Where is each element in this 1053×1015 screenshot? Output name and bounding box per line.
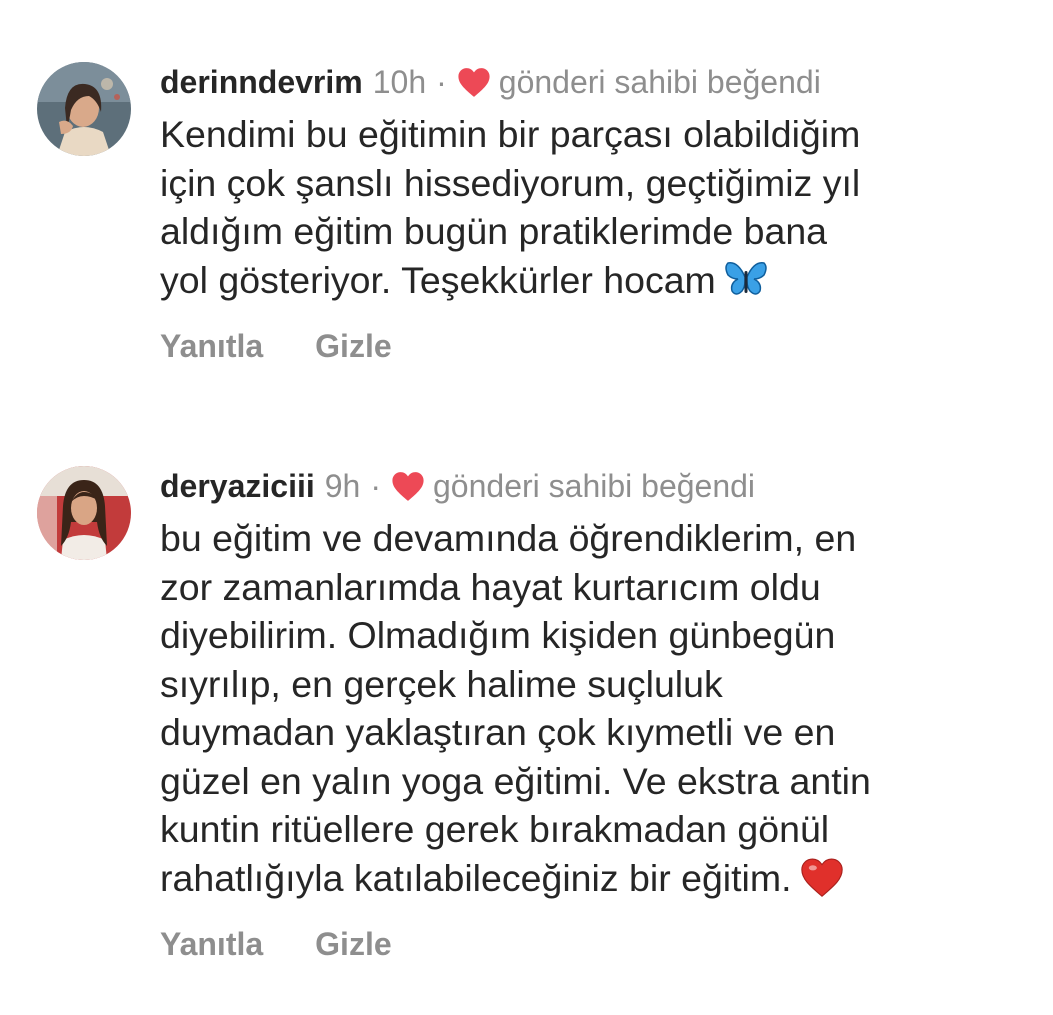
hide-button[interactable]: Gizle — [315, 328, 391, 365]
comment-text-line: güzel en yalın yoga eğitimi. Ve ekstra a… — [160, 759, 871, 802]
username[interactable]: deryaziciii — [160, 468, 315, 505]
comment-text-line: Kendimi bu eğitimin bir parçası olabildi… — [160, 113, 861, 155]
comment-actions: Yanıtla Gizle — [160, 328, 1020, 365]
comment-meta: derinndevrim 10h · gönderi sahibi beğend… — [160, 58, 1020, 106]
timestamp[interactable]: 9h — [325, 468, 361, 505]
butterfly-emoji-icon — [724, 257, 768, 301]
author-liked-label: gönderi sahibi beğendi — [433, 467, 756, 504]
avatar[interactable] — [37, 466, 131, 560]
avatar[interactable] — [37, 62, 131, 156]
comment-text-line: kuntin ritüellere gerek bırakmadan gönül — [160, 808, 830, 850]
comment-text: bu eğitim ve devamında öğrendiklerim, en… — [160, 514, 1020, 902]
comment-text-line: diyebilirim. Olmadığım kişiden günbegün — [160, 614, 836, 656]
avatar-image — [37, 62, 131, 156]
comment-text-segment: rahatlığıyla katılabileceğiniz bir eğiti… — [160, 856, 792, 899]
comment-body: deryaziciii 9h · gönderi sahibi beğendi … — [160, 462, 1020, 963]
comment-text-line: aldığım eğitim bugün pratiklerimde bana — [160, 210, 828, 252]
author-liked-label: gönderi sahibi beğendi — [498, 63, 821, 100]
comment-meta: deryaziciii 9h · gönderi sahibi beğendi — [160, 462, 1020, 510]
heart-icon — [457, 66, 491, 98]
comment-text-line: zor zamanlarımda hayat kurtarıcım oldu — [160, 565, 821, 608]
red-heart-emoji-icon — [800, 855, 844, 899]
comment-actions: Yanıtla Gizle — [160, 926, 1020, 963]
comment-text-line: yol gösteriyor. Teşekkürler hocam — [160, 256, 1020, 305]
separator: · — [370, 467, 381, 504]
comment-body: derinndevrim 10h · gönderi sahibi beğend… — [160, 58, 1020, 365]
comment-text-segment: yol gösteriyor. Teşekkürler hocam — [160, 258, 716, 301]
avatar-image — [37, 466, 131, 560]
reply-button[interactable]: Yanıtla — [160, 328, 263, 365]
username[interactable]: derinndevrim — [160, 64, 363, 101]
separator: · — [436, 63, 447, 100]
reply-button[interactable]: Yanıtla — [160, 926, 263, 963]
comment-text-line: sıyrılıp, en gerçek halime suçluluk — [160, 662, 723, 705]
timestamp[interactable]: 10h — [373, 64, 426, 101]
comment-text-line: bu eğitim ve devamında öğrendiklerim, en — [160, 517, 857, 559]
hide-button[interactable]: Gizle — [315, 926, 391, 963]
comment-text-line: rahatlığıyla katılabileceğiniz bir eğiti… — [160, 854, 1020, 903]
heart-icon — [391, 470, 425, 502]
comment-text: Kendimi bu eğitimin bir parçası olabildi… — [160, 110, 1020, 304]
comment-text-line: duymadan yaklaştıran çok kıymetli ve en — [160, 711, 836, 753]
comment-text-line: için çok şanslı hissediyorum, geçtiğimiz… — [160, 161, 861, 204]
